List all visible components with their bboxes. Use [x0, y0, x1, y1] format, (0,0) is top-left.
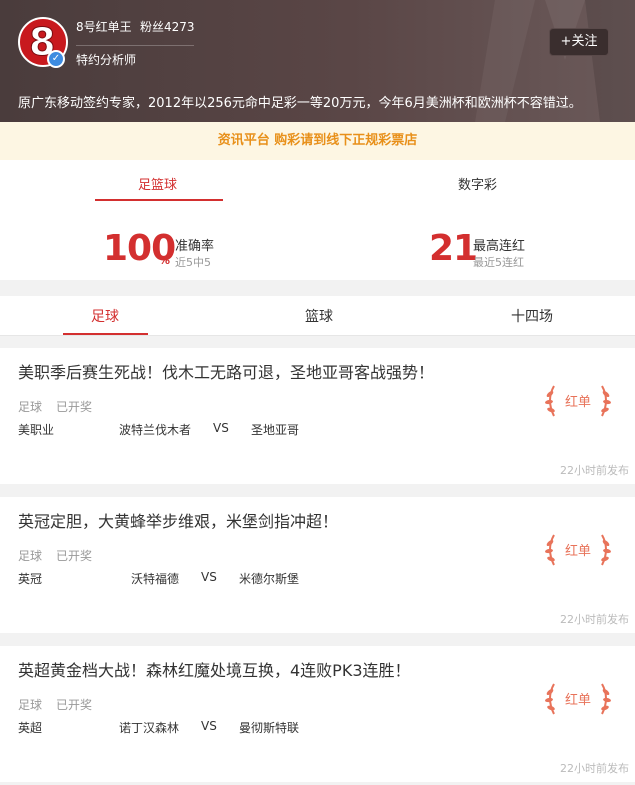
- away-team: 曼彻斯特联: [239, 721, 300, 735]
- status-tag: 已开奖: [56, 549, 93, 563]
- verified-icon: ✓: [47, 50, 65, 68]
- tab-football[interactable]: 足球: [91, 306, 119, 326]
- stats-panel: 足篮球 数字彩 100 % 准确率 近5中5 21 最高连红 最近5连红: [0, 160, 635, 280]
- article-card[interactable]: 英超黄金档大战！森林红魔处境互换，4连败PK3连胜！ 足球 已开奖 英超 诺丁汉…: [0, 646, 635, 782]
- streak-label: 最高连红: [473, 239, 526, 254]
- vs-label: VS: [201, 570, 217, 584]
- publish-time: 22小时前发布: [560, 762, 629, 775]
- tab-basketball[interactable]: 篮球: [305, 306, 333, 326]
- away-team: 圣地亚哥: [251, 423, 300, 437]
- active-subtab-indicator: [63, 333, 148, 335]
- user-role: 特约分析师: [76, 53, 137, 67]
- sport-tabs: 足球 篮球 十四场: [0, 296, 635, 336]
- active-tab-indicator: [95, 199, 223, 201]
- league-name: 英超: [18, 721, 43, 735]
- league-name: 美职业: [18, 423, 55, 437]
- article-title[interactable]: 英超黄金档大战！森林红魔处境互换，4连败PK3连胜！: [18, 657, 411, 681]
- home-team: 波特兰伐木者: [119, 423, 192, 437]
- accuracy-sub: 近5中5: [175, 256, 211, 269]
- home-team: 诺丁汉森林: [119, 721, 180, 735]
- stamp-label: 红单: [565, 394, 591, 410]
- status-tag: 已开奖: [56, 698, 93, 712]
- vs-label: VS: [213, 421, 229, 435]
- article-card[interactable]: 美职季后赛生死战！伐木工无路可退，圣地亚哥客战强势！ 足球 已开奖 美职业 波特…: [0, 348, 635, 484]
- vs-label: VS: [201, 719, 217, 733]
- red-slip-stamp-icon: 红单: [545, 385, 611, 417]
- user-bio: 原广东移动签约专家，2012年以256元命中足彩一等20万元，今年6月美洲杯和欧…: [18, 96, 582, 111]
- sport-tag: 足球: [18, 698, 43, 712]
- red-slip-stamp-icon: 红单: [545, 534, 611, 566]
- publish-time: 22小时前发布: [560, 464, 629, 477]
- article-title[interactable]: 美职季后赛生死战！伐木工无路可退，圣地亚哥客战强势！: [18, 359, 434, 383]
- streak-sub: 最近5连红: [473, 256, 524, 269]
- user-name: 8号红单王: [76, 20, 132, 34]
- tab-digital-lottery[interactable]: 数字彩: [458, 174, 497, 193]
- league-name: 英冠: [18, 572, 43, 586]
- home-team: 沃特福德: [131, 572, 180, 586]
- publish-time: 22小时前发布: [560, 613, 629, 626]
- divider: [76, 45, 194, 46]
- away-team: 米德尔斯堡: [239, 572, 300, 586]
- accuracy-label: 准确率: [175, 239, 215, 254]
- tab-fourteen-matches[interactable]: 十四场: [511, 306, 553, 326]
- red-slip-stamp-icon: 红单: [545, 683, 611, 715]
- sport-tag: 足球: [18, 400, 43, 414]
- sport-tag: 足球: [18, 549, 43, 563]
- stamp-label: 红单: [565, 692, 591, 708]
- fans-count: 粉丝4273: [140, 20, 195, 34]
- status-tag: 已开奖: [56, 400, 93, 414]
- accuracy-unit: %: [159, 254, 171, 267]
- profile-header: 8 ✓ 8号红单王 粉丝4273 特约分析师 +关注 原广东移动签约专家，201…: [0, 0, 635, 122]
- notice-banner: 资讯平台 购彩请到线下正规彩票店: [0, 122, 635, 160]
- article-card[interactable]: 英冠定胆，大黄蜂举步维艰，米堡剑指冲超！ 足球 已开奖 英冠 沃特福德 VS 米…: [0, 497, 635, 633]
- follow-button[interactable]: +关注: [549, 28, 609, 56]
- article-title[interactable]: 英冠定胆，大黄蜂举步维艰，米堡剑指冲超！: [18, 508, 338, 532]
- stamp-label: 红单: [565, 543, 591, 559]
- streak-value: 21: [429, 228, 478, 269]
- tab-football-basketball[interactable]: 足篮球: [138, 174, 177, 193]
